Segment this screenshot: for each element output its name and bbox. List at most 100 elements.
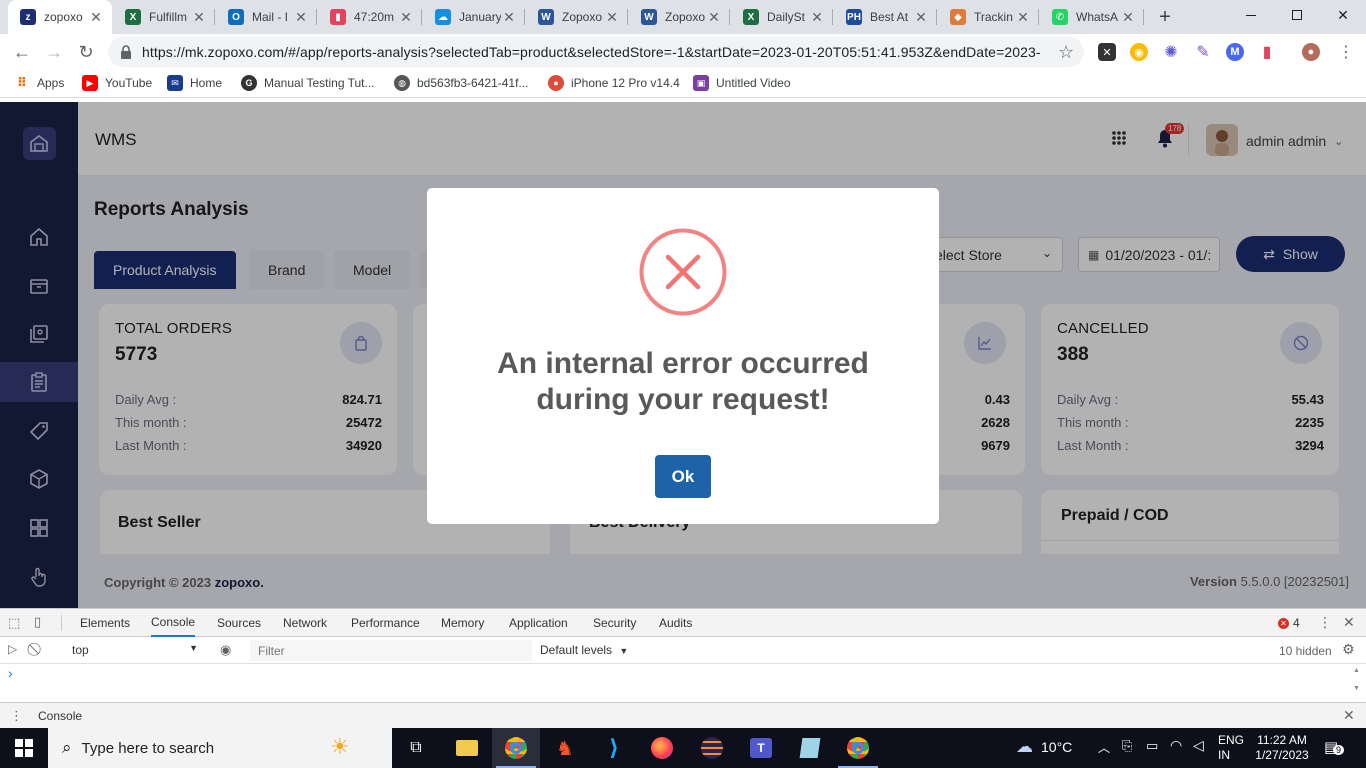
devtools-tab-audits[interactable]: Audits	[659, 609, 692, 637]
taskbar-firefox[interactable]	[638, 728, 686, 768]
error-count[interactable]: ✕ 4	[1278, 616, 1300, 630]
error-message-line-1: An internal error occurred	[497, 347, 869, 380]
chrome-menu-icon[interactable]: ⋮	[1338, 42, 1354, 62]
tray-volume-icon[interactable]: ◁	[1193, 737, 1204, 754]
tray-wifi-icon[interactable]: ◠	[1170, 737, 1182, 754]
bookmark-home[interactable]: ✉ Home	[167, 75, 222, 91]
devtools-tab-console[interactable]: Console	[151, 609, 196, 637]
forward-button[interactable]: →	[40, 38, 68, 66]
taskbar-search-box[interactable]: ⌕ Type here to search ☀	[48, 728, 392, 768]
taskbar-vscode[interactable]: ⟩	[590, 728, 638, 768]
devtools-tab-sources[interactable]: Sources	[217, 609, 261, 637]
action-center-button[interactable]: ▤ 9	[1324, 738, 1345, 756]
sidebar-toggle-icon[interactable]: ▷	[8, 642, 17, 656]
browser-tab[interactable]: PH Best At ✕	[834, 0, 937, 34]
bookmark-iphone[interactable]: ● iPhone 12 Pro v14.4	[548, 75, 680, 91]
close-tab-icon[interactable]: ✕	[706, 9, 722, 26]
extension-x-icon[interactable]: ✕	[1098, 43, 1116, 61]
log-levels-select[interactable]: Default levels ▼	[540, 643, 628, 657]
devtools-tab-performance[interactable]: Performance	[351, 609, 420, 637]
bookmark-star-icon[interactable]: ☆	[1058, 42, 1074, 63]
close-tab-icon[interactable]: ✕	[809, 9, 825, 26]
bookmark-label: bd563fb3-6421-41f...	[417, 76, 529, 90]
url-text: https://mk.zopoxo.com/#/app/reports-anal…	[142, 44, 1042, 60]
browser-tab[interactable]: W Zopoxo ✕	[526, 0, 628, 34]
bookmark-untitled-video[interactable]: ▣ Untitled Video	[693, 75, 791, 91]
devtools-tab-memory[interactable]: Memory	[441, 609, 484, 637]
close-tab-icon[interactable]: ✕	[501, 9, 517, 26]
close-window-button[interactable]: ✕	[1320, 0, 1366, 30]
console-scroll-down[interactable]: ▼	[1353, 685, 1360, 692]
browser-tab-label: Mail - I	[252, 10, 288, 24]
new-tab-button[interactable]: +	[1152, 4, 1178, 30]
extension-chrome-icon[interactable]: ◉	[1130, 43, 1148, 61]
device-toolbar-icon[interactable]: ▯	[34, 614, 41, 630]
close-tab-icon[interactable]: ✕	[293, 9, 309, 26]
extension-pen-icon[interactable]: ✎	[1194, 43, 1212, 61]
browser-tab[interactable]: ▮ 47:20m ✕	[318, 0, 422, 34]
extension-recorder-icon[interactable]: ▮	[1258, 43, 1276, 61]
taskbar-brave[interactable]: ♞	[541, 728, 589, 768]
browser-tab[interactable]: ◆ Trackin ✕	[938, 0, 1039, 34]
browser-tab[interactable]: O Mail - I ✕	[216, 0, 317, 34]
clock[interactable]: 11:22 AM 1/27/2023	[1252, 733, 1312, 763]
extension-gear-icon[interactable]: ✺	[1162, 43, 1180, 61]
taskbar-task-view[interactable]: ⧉	[392, 728, 440, 768]
close-tab-icon[interactable]: ✕	[88, 9, 104, 26]
taskbar-eclipse[interactable]	[688, 728, 736, 768]
live-expression-eye-icon[interactable]: ◉	[220, 642, 231, 658]
maximize-button[interactable]	[1274, 0, 1320, 30]
inspect-element-icon[interactable]: ⬚	[8, 615, 20, 631]
devtools-tab-network[interactable]: Network	[283, 609, 327, 637]
console-settings-gear-icon[interactable]: ⚙	[1342, 641, 1355, 658]
taskbar-file-explorer[interactable]	[443, 728, 491, 768]
taskbar-chrome-2[interactable]	[834, 728, 882, 768]
browser-tab[interactable]: ☁ January ✕	[423, 0, 525, 34]
tray-network-icon[interactable]: ⎘	[1122, 738, 1132, 754]
bookmark-apps[interactable]: ⠿ Apps	[14, 75, 64, 91]
console-scroll-up[interactable]: ▲	[1353, 667, 1360, 674]
weather-widget[interactable]: ☁ 10°C	[1016, 737, 1072, 757]
close-tab-icon[interactable]: ✕	[1120, 9, 1136, 26]
browser-tab[interactable]: z zopoxo ✕	[8, 0, 112, 34]
close-tab-icon[interactable]: ✕	[398, 9, 414, 26]
tray-chevron-up-icon[interactable]: ︿	[1098, 739, 1110, 756]
devtools-tab-elements[interactable]: Elements	[80, 609, 130, 637]
dropdown-triangle-icon: ▼	[619, 646, 629, 656]
browser-tab[interactable]: X DailySt ✕	[731, 0, 833, 34]
close-tab-icon[interactable]: ✕	[191, 9, 207, 26]
browser-tab[interactable]: ✆ WhatsA ✕	[1040, 0, 1144, 34]
drawer-tab-console[interactable]: Console	[38, 709, 82, 723]
devtools-close-icon[interactable]: ✕	[1343, 614, 1355, 631]
console-prompt[interactable]: ›	[8, 665, 13, 681]
close-tab-icon[interactable]: ✕	[604, 9, 620, 26]
ok-button[interactable]: Ok	[655, 455, 711, 498]
browser-tab[interactable]: W Zopoxo ✕	[629, 0, 730, 34]
console-filter-input[interactable]	[250, 640, 532, 661]
profile-avatar-icon[interactable]: ●	[1302, 43, 1320, 61]
reload-button[interactable]: ↻	[72, 38, 100, 66]
devtools-tab-security[interactable]: Security	[593, 609, 636, 637]
start-button[interactable]	[0, 728, 48, 768]
tray-battery-icon[interactable]: ▭	[1146, 738, 1158, 754]
language-indicator[interactable]: ENG IN	[1218, 733, 1244, 763]
taskbar-teams[interactable]: T	[737, 728, 785, 768]
tracking-icon: ◆	[950, 9, 966, 25]
bookmark-youtube[interactable]: ▶ YouTube	[82, 75, 152, 91]
devtools-tab-application[interactable]: Application	[509, 609, 568, 637]
drawer-menu-icon[interactable]: ⋮	[10, 708, 23, 724]
close-tab-icon[interactable]: ✕	[1015, 9, 1031, 26]
context-select[interactable]: top ▼	[64, 643, 204, 657]
extension-m-icon[interactable]: M	[1226, 43, 1244, 61]
address-bar[interactable]: https://mk.zopoxo.com/#/app/reports-anal…	[108, 37, 1084, 67]
browser-tab[interactable]: X Fulfillm ✕	[113, 0, 215, 34]
taskbar-notes[interactable]	[786, 728, 834, 768]
taskbar-chrome[interactable]	[492, 728, 540, 768]
bookmark-manual-testing[interactable]: G Manual Testing Tut...	[241, 75, 375, 91]
bookmark-bd563fb3[interactable]: ◍ bd563fb3-6421-41f...	[394, 75, 528, 91]
devtools-menu-icon[interactable]: ⋮	[1318, 614, 1332, 631]
drawer-close-icon[interactable]: ✕	[1343, 707, 1355, 724]
back-button[interactable]: ←	[8, 38, 36, 66]
minimize-button[interactable]	[1228, 0, 1274, 30]
close-tab-icon[interactable]: ✕	[913, 9, 929, 26]
